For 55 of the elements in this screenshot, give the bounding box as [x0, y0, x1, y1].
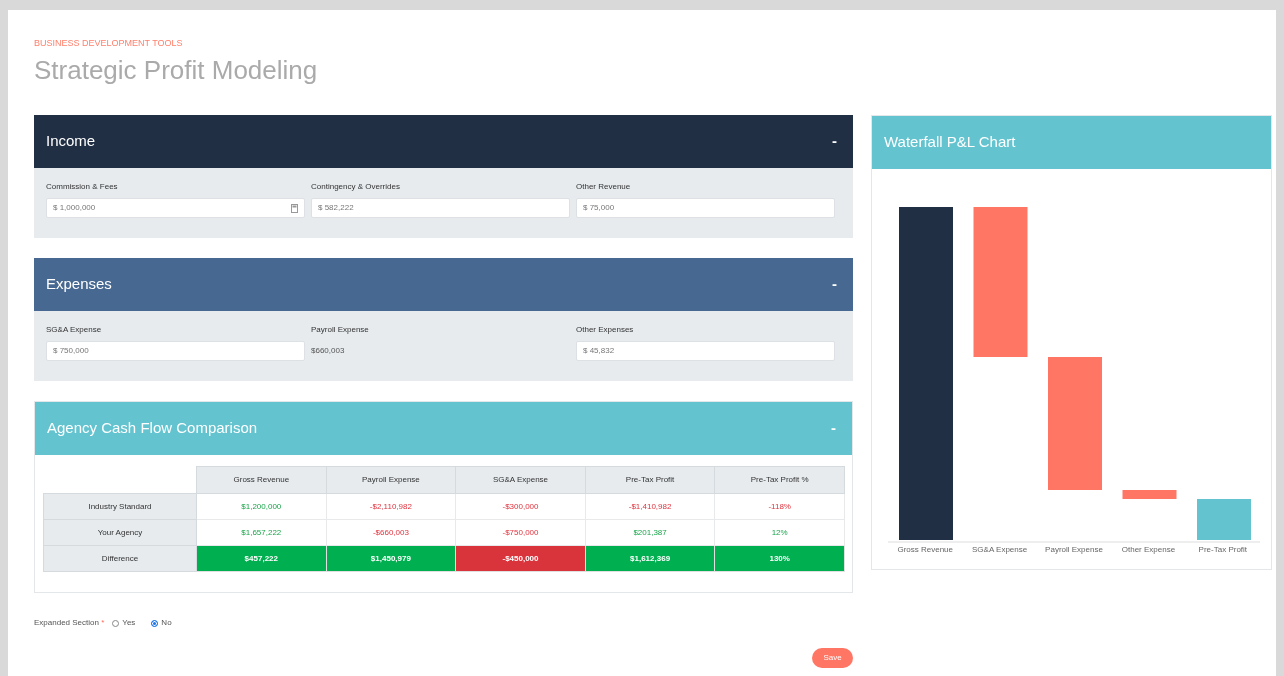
column-header: Payroll Expense	[326, 466, 456, 494]
row-header: Difference	[43, 545, 197, 572]
table-cell: $1,657,222	[196, 519, 327, 546]
axis-label: Gross Revenue	[896, 545, 954, 555]
table-cell: $1,200,000	[196, 493, 327, 520]
column-header: Gross Revenue	[196, 466, 327, 494]
table-cell: 12%	[714, 519, 845, 546]
table-cell: $1,612,369	[585, 545, 715, 572]
field-label: Expanded Section *	[34, 617, 105, 629]
axis-label: Pre-Tax Profit	[1197, 545, 1249, 555]
chart-bar	[1122, 490, 1177, 499]
page-title: Strategic Profit Modeling	[34, 55, 319, 85]
field-label: Commission & Fees	[46, 181, 119, 193]
chart-bar	[1197, 499, 1251, 540]
input-field[interactable]: $ 1,000,000	[46, 198, 305, 218]
table-cell: 130%	[714, 545, 845, 572]
field-label: SG&A Expense	[46, 324, 103, 336]
collapse-button[interactable]: -	[828, 130, 841, 153]
field-label: Other Expenses	[576, 324, 635, 336]
field-label: Contingency & Overrides	[311, 181, 401, 193]
axis-label: Other Expense	[1120, 545, 1177, 555]
table-cell: -$2,110,982	[326, 493, 456, 520]
radio-option[interactable]: No	[151, 617, 172, 629]
input-field[interactable]: $ 750,000	[46, 341, 305, 361]
table-cell: $457,222	[196, 545, 327, 572]
panel-title: Waterfall P&L Chart	[884, 132, 1016, 153]
input-field[interactable]: $ 75,000	[576, 198, 835, 218]
collapse-button[interactable]: -	[828, 273, 841, 296]
field-value: $660,003	[311, 345, 346, 357]
row-header: Your Agency	[43, 519, 197, 546]
panel-title: Agency Cash Flow Comparison	[47, 418, 258, 439]
panel-title: Expenses	[46, 274, 112, 295]
radio-option[interactable]: Yes	[112, 617, 136, 629]
row-header: Industry Standard	[43, 493, 197, 520]
table-cell: $1,450,979	[326, 545, 456, 572]
axis-label: SG&A Expense	[971, 545, 1029, 555]
column-header: Pre-Tax Profit	[585, 466, 715, 494]
eyebrow-label: BUSINESS DEVELOPMENT TOOLS	[34, 37, 184, 49]
table-cell: -$750,000	[455, 519, 586, 546]
table-cell: -118%	[714, 493, 845, 520]
column-header: SG&A Expense	[455, 466, 586, 494]
field-label: Payroll Expense	[311, 324, 370, 336]
table-cell: -$450,000	[455, 545, 586, 572]
table-cell: $201,387	[585, 519, 715, 546]
table-cell: -$1,410,982	[585, 493, 715, 520]
panel-title: Income	[46, 131, 96, 152]
save-button[interactable]: Save	[812, 648, 853, 668]
input-field[interactable]: $ 45,832	[576, 341, 835, 361]
axis-label: Payroll Expense	[1044, 545, 1104, 555]
column-header: Pre-Tax Profit %	[714, 466, 845, 494]
table-cell: -$300,000	[455, 493, 586, 520]
calculator-icon	[291, 203, 298, 213]
table-cell: -$660,003	[326, 519, 456, 546]
field-label: Other Revenue	[576, 181, 632, 193]
input-field[interactable]: $ 582,222	[311, 198, 570, 218]
